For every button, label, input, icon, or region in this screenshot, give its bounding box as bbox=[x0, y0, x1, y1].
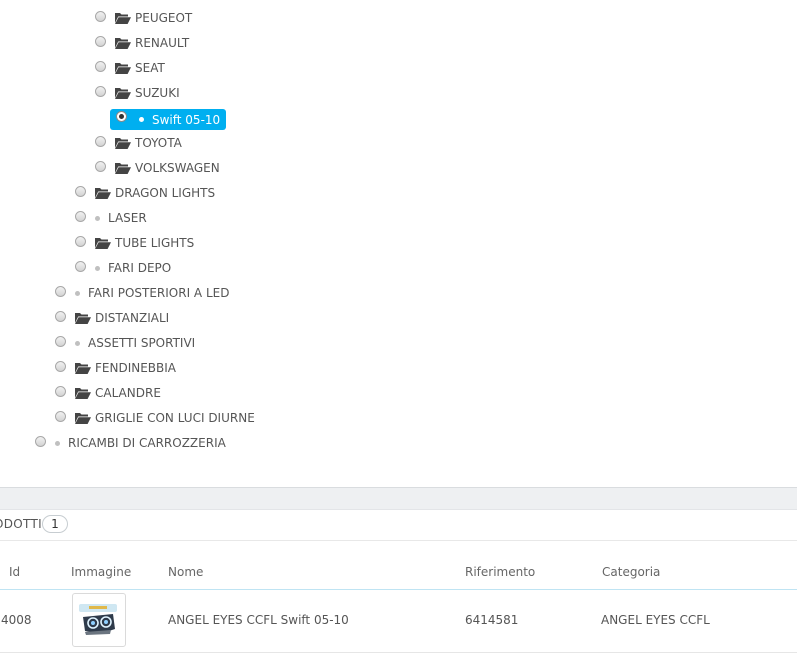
tree-label: SUZUKI bbox=[135, 86, 180, 100]
column-header-category[interactable]: Categoria bbox=[602, 565, 660, 579]
folder-open-icon bbox=[115, 88, 131, 99]
tree-item-suzuki[interactable]: SUZUKI bbox=[115, 83, 180, 103]
tree-radio-calandre[interactable] bbox=[55, 386, 66, 397]
tree-radio-laser[interactable] bbox=[75, 211, 86, 222]
tree-radio-volkswagen[interactable] bbox=[95, 161, 106, 172]
tree-item-fari-depo[interactable]: FARI DEPO bbox=[91, 258, 171, 278]
tree-item-tube-lights[interactable]: TUBE LIGHTS bbox=[95, 233, 194, 253]
column-header-reference[interactable]: Riferimento bbox=[465, 565, 535, 579]
products-panel-header: ODOTTI 1 bbox=[0, 509, 797, 541]
folder-open-icon bbox=[115, 163, 131, 174]
tree-label: LASER bbox=[108, 211, 147, 225]
tree-item-laser[interactable]: LASER bbox=[91, 208, 147, 228]
bullet-icon bbox=[95, 265, 100, 271]
tree-label: Swift 05-10 bbox=[152, 112, 221, 127]
bullet-icon bbox=[139, 117, 144, 122]
tree-radio-suzuki[interactable] bbox=[95, 86, 106, 97]
tree-label: FENDINEBBIA bbox=[95, 361, 177, 375]
tree-label: GRIGLIE CON LUCI DIURNE bbox=[95, 411, 255, 425]
tree-item-dragon-lights[interactable]: DRAGON LIGHTS bbox=[95, 183, 215, 203]
product-count-badge: 1 bbox=[42, 515, 68, 533]
tree-radio-griglie[interactable] bbox=[55, 411, 66, 422]
tree-label: DISTANZIALI bbox=[95, 311, 170, 325]
bullet-icon bbox=[95, 215, 100, 221]
tree-label: RICAMBI DI CARROZZERIA bbox=[68, 436, 226, 450]
tree-radio-dragon-lights[interactable] bbox=[75, 186, 86, 197]
cell-category: ANGEL EYES CCFL bbox=[601, 613, 710, 627]
section-divider bbox=[0, 487, 797, 510]
tree-item-peugeot[interactable]: PEUGEOT bbox=[115, 8, 192, 28]
folder-open-icon bbox=[115, 138, 131, 149]
tree-radio-tube-lights[interactable] bbox=[75, 236, 86, 247]
tree-item-ricambi[interactable]: RICAMBI DI CARROZZERIA bbox=[51, 433, 226, 453]
bullet-icon bbox=[75, 340, 80, 346]
tree-label: PEUGEOT bbox=[135, 11, 193, 25]
folder-open-icon bbox=[75, 363, 91, 374]
product-image-icon bbox=[79, 604, 117, 635]
tree-radio-swift[interactable] bbox=[116, 111, 127, 122]
tree-label: TUBE LIGHTS bbox=[115, 236, 195, 250]
tree-radio-fendinebbia[interactable] bbox=[55, 361, 66, 372]
tree-item-volkswagen[interactable]: VOLKSWAGEN bbox=[115, 158, 220, 178]
tree-radio-renault[interactable] bbox=[95, 36, 106, 47]
tree-label: FARI POSTERIORI A LED bbox=[88, 286, 230, 300]
bullet-icon bbox=[55, 440, 60, 446]
tree-item-fendinebbia[interactable]: FENDINEBBIA bbox=[75, 358, 176, 378]
folder-open-icon bbox=[75, 388, 91, 399]
tree-radio-peugeot[interactable] bbox=[95, 11, 106, 22]
tree-radio-fari-posteriori[interactable] bbox=[55, 286, 66, 297]
panel-title: ODOTTI bbox=[0, 517, 42, 531]
column-header-image[interactable]: Immagine bbox=[71, 565, 131, 579]
column-header-name[interactable]: Nome bbox=[168, 565, 203, 579]
tree-label: VOLKSWAGEN bbox=[135, 161, 220, 175]
tree-radio-ricambi[interactable] bbox=[35, 436, 46, 447]
tree-label: FARI DEPO bbox=[108, 261, 172, 275]
category-tree: PEUGEOT RENAULT SEAT SUZUKI Swift 05-10 bbox=[0, 0, 797, 470]
tree-item-assetti-sportivi[interactable]: ASSETTI SPORTIVI bbox=[71, 333, 195, 353]
folder-open-icon bbox=[75, 413, 91, 424]
folder-open-icon bbox=[95, 188, 111, 199]
tree-item-seat[interactable]: SEAT bbox=[115, 58, 165, 78]
tree-radio-distanziali[interactable] bbox=[55, 311, 66, 322]
tree-label: DRAGON LIGHTS bbox=[115, 186, 216, 200]
product-thumbnail[interactable] bbox=[72, 593, 126, 647]
tree-item-toyota[interactable]: TOYOTA bbox=[115, 133, 182, 153]
folder-open-icon bbox=[115, 63, 131, 74]
tree-radio-assetti-sportivi[interactable] bbox=[55, 336, 66, 347]
tree-label: CALANDRE bbox=[95, 386, 161, 400]
tree-item-griglie[interactable]: GRIGLIE CON LUCI DIURNE bbox=[75, 408, 255, 428]
folder-open-icon bbox=[115, 13, 131, 24]
tree-item-renault[interactable]: RENAULT bbox=[115, 33, 189, 53]
column-header-id[interactable]: Id bbox=[9, 565, 20, 579]
tree-label: TOYOTA bbox=[135, 136, 182, 150]
tree-label: SEAT bbox=[135, 61, 165, 75]
tree-label: RENAULT bbox=[135, 36, 190, 50]
cell-name: ANGEL EYES CCFL Swift 05-10 bbox=[168, 613, 349, 627]
tree-label: ASSETTI SPORTIVI bbox=[88, 336, 196, 350]
folder-open-icon bbox=[95, 238, 111, 249]
folder-open-icon bbox=[115, 38, 131, 49]
tree-item-distanziali[interactable]: DISTANZIALI bbox=[75, 308, 169, 328]
tree-item-swift-selected[interactable]: Swift 05-10 bbox=[110, 109, 227, 130]
cell-reference: 6414581 bbox=[465, 613, 519, 627]
tree-item-calandre[interactable]: CALANDRE bbox=[75, 383, 161, 403]
tree-item-fari-posteriori[interactable]: FARI POSTERIORI A LED bbox=[71, 283, 229, 303]
tree-radio-fari-depo[interactable] bbox=[75, 261, 86, 272]
bullet-icon bbox=[75, 290, 80, 296]
tree-radio-toyota[interactable] bbox=[95, 136, 106, 147]
folder-open-icon bbox=[75, 313, 91, 324]
tree-radio-seat[interactable] bbox=[95, 61, 106, 72]
cell-id: 4008 bbox=[1, 613, 32, 627]
